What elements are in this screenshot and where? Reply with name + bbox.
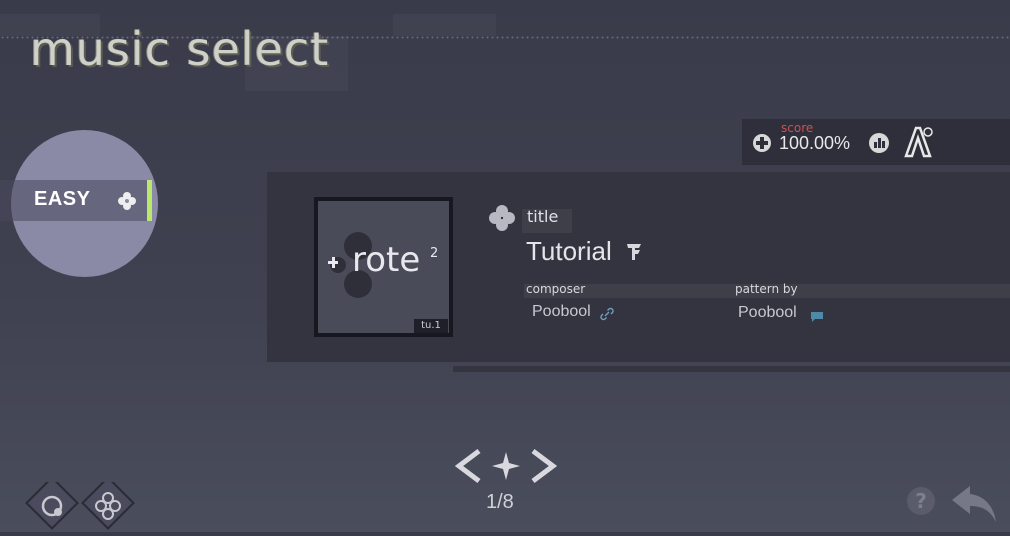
title-label: title [527,207,559,226]
pattern-value: Poobool [738,304,797,321]
clover-icon [117,191,137,215]
help-icon[interactable]: ? [907,487,935,515]
flag-icon [626,243,642,265]
star-icon [492,452,520,480]
rank-icon[interactable] [868,132,890,158]
next-button[interactable] [527,449,557,483]
mode-button[interactable] [80,476,136,536]
link-icon[interactable] [600,306,614,325]
prev-button[interactable] [455,449,485,483]
plus-circle-icon [752,133,772,157]
score-value: 100.00% [779,133,851,153]
page-title: music select [30,22,330,76]
grade-a-icon [902,126,934,162]
message-icon[interactable] [810,308,824,327]
jacket-superscript: 2 [430,246,439,261]
song-title: Tutorial [526,236,612,266]
settings-button[interactable] [24,476,80,536]
composer-label: composer [526,282,586,296]
panel-shadow [453,366,1010,372]
clover-icon [488,204,516,236]
composer-value: Poobool [532,303,591,320]
jacket-version: tu.1 [414,319,448,333]
jacket-title: rote [352,240,421,280]
difficulty-accent [147,180,152,221]
back-arrow-icon [952,486,996,522]
background-decor [393,14,496,36]
back-button[interactable] [950,482,998,530]
difficulty-label: EASY [34,188,91,210]
pattern-label: pattern by [735,282,798,296]
page-indicator: 1/8 [486,491,514,513]
